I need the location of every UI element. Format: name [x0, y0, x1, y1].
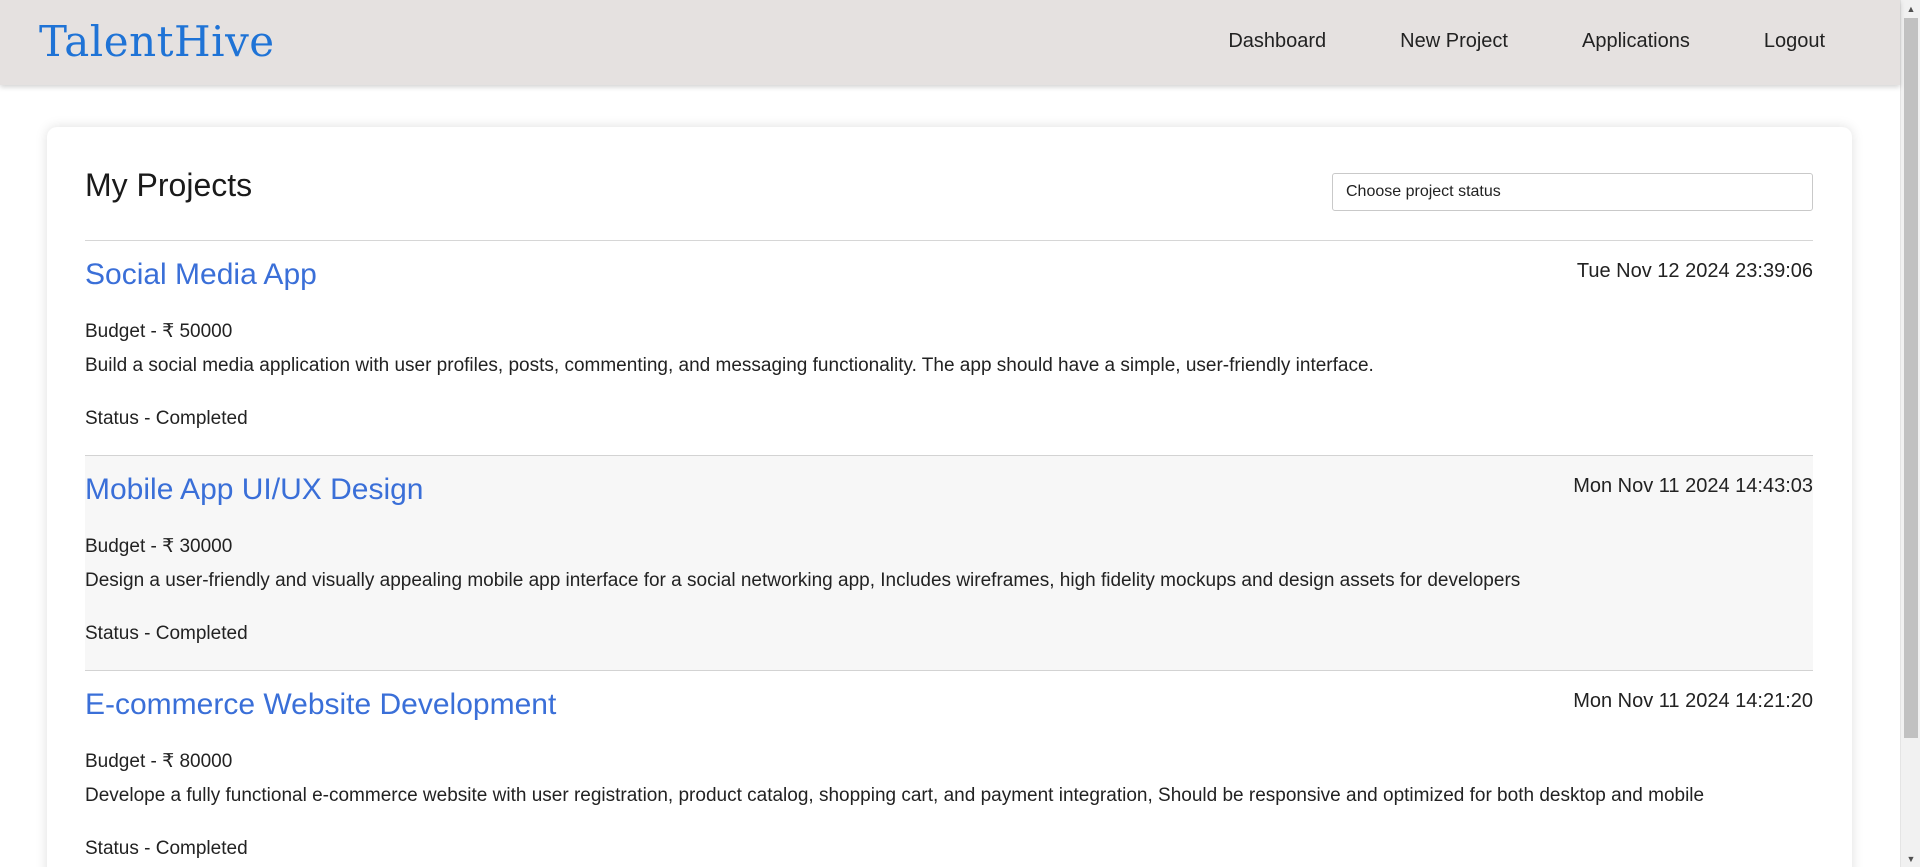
project-budget: Budget - ₹ 80000: [85, 751, 233, 772]
project-description: Design a user-friendly and visually appe…: [85, 570, 1521, 591]
nav-new-project-link[interactable]: New Project: [1400, 30, 1508, 53]
project-budget: Budget - ₹ 50000: [85, 321, 233, 342]
project-date: Tue Nov 12 2024 23:39:06: [1576, 260, 1813, 282]
project-item: E-commerce Website Development Mon Nov 1…: [85, 671, 1813, 867]
page-title: My Projects: [85, 167, 253, 203]
project-description: Build a social media application with us…: [85, 355, 1374, 376]
project-budget: Budget - ₹ 30000: [85, 536, 233, 557]
project-description: Develope a fully functional e-commerce w…: [85, 785, 1705, 806]
project-title[interactable]: Social Media App: [85, 256, 317, 294]
project-title[interactable]: E-commerce Website Development: [85, 686, 556, 724]
project-title[interactable]: Mobile App UI/UX Design: [85, 471, 424, 509]
nav-links: Dashboard New Project Applications Logou…: [1154, 0, 1825, 82]
card-header: My Projects Choose project status: [85, 165, 1813, 233]
project-item: Social Media App Tue Nov 12 2024 23:39:0…: [85, 241, 1813, 456]
nav-dashboard-link[interactable]: Dashboard: [1228, 30, 1326, 53]
project-status-select[interactable]: Choose project status: [1332, 173, 1813, 211]
project-status: Status - Completed: [85, 838, 248, 859]
project-item: Mobile App UI/UX Design Mon Nov 11 2024 …: [85, 456, 1813, 671]
project-list: Social Media App Tue Nov 12 2024 23:39:0…: [85, 241, 1813, 867]
brand-logo[interactable]: TalentHive: [39, 14, 275, 70]
scroll-up-icon[interactable]: ▲: [1901, 0, 1920, 17]
navbar: TalentHive Dashboard New Project Applica…: [0, 0, 1900, 85]
project-status: Status - Completed: [85, 623, 248, 644]
scroll-down-icon[interactable]: ▼: [1901, 850, 1920, 867]
vertical-scrollbar[interactable]: ▲ ▼: [1900, 0, 1920, 867]
nav-applications-link[interactable]: Applications: [1582, 30, 1690, 53]
page: TalentHive Dashboard New Project Applica…: [0, 0, 1920, 867]
scroll-thumb[interactable]: [1904, 18, 1918, 738]
projects-card: My Projects Choose project status Social…: [47, 127, 1852, 867]
nav-logout-link[interactable]: Logout: [1764, 30, 1825, 53]
project-date: Mon Nov 11 2024 14:21:20: [1573, 690, 1813, 712]
project-status: Status - Completed: [85, 408, 248, 429]
project-date: Mon Nov 11 2024 14:43:03: [1573, 475, 1813, 497]
